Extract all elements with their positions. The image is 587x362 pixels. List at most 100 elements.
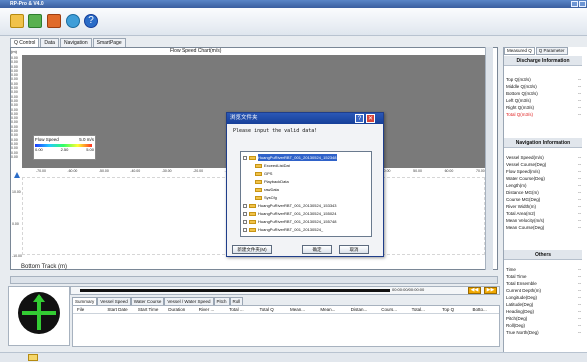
folder-tree-item[interactable]: HuangPuRiverRBT_001_20130524_153343 <box>243 202 337 209</box>
param-value: -- <box>578 316 581 321</box>
folder-icon <box>249 203 256 208</box>
folder-tree-label: HuangPuRiverRBT_001_20130524_155024 <box>258 211 337 216</box>
folder-tree-item[interactable]: GPS <box>255 170 272 177</box>
table-column-header[interactable]: Mean... <box>316 306 346 313</box>
expand-toggle-icon[interactable] <box>243 211 247 216</box>
folder-tree-label: HuangPuRiverRBT_001_20130524_155748 <box>258 219 337 224</box>
param-row: Mean Course(Deg) -- <box>506 224 582 231</box>
table-column-header[interactable]: Cours... <box>377 306 407 313</box>
param-value: -- <box>578 274 581 279</box>
table-column-header[interactable]: Total ... <box>225 306 255 313</box>
param-value: -- <box>578 197 581 202</box>
folder-tree-item[interactable]: HuangPuRiverRBT_001_20130524_ <box>243 226 323 233</box>
folder-tree-item[interactable]: HuangPuRiverRBT_001_20130524_152348 <box>243 154 337 161</box>
x-axis-tick: -70.00 <box>36 169 46 173</box>
new-folder-button[interactable]: 新建文件夹(M) <box>232 245 272 254</box>
table-column-header[interactable]: Total... <box>408 306 438 313</box>
chart-vertical-scrollbar[interactable] <box>485 47 493 270</box>
refresh-icon[interactable] <box>66 14 80 28</box>
folder-tree-item[interactable]: HuangPuRiverRBT_001_20130524_155748 <box>243 218 337 225</box>
ok-button[interactable]: 确定 <box>302 245 332 254</box>
lower-y-tick: 10.00 <box>12 190 21 194</box>
playback-slider[interactable] <box>80 289 390 292</box>
minimize-button[interactable] <box>571 1 578 7</box>
bottom-track-label: Bottom Track (m) <box>21 264 68 270</box>
folder-tree-item[interactable]: HuangPuRiverRBT_001_20130524_155024 <box>243 210 337 217</box>
others-header: Others <box>504 250 582 260</box>
expand-toggle-icon[interactable] <box>243 227 247 232</box>
expand-toggle-icon[interactable] <box>243 203 247 208</box>
param-row: Mean Velocity(m/s) -- <box>506 217 582 224</box>
param-row: Left Q(m3/s) -- <box>506 97 582 104</box>
param-value: -- <box>578 309 581 314</box>
folder-icon <box>249 219 256 224</box>
param-label: Flow Speed(m/s) <box>506 169 541 174</box>
close-window-button[interactable] <box>579 1 586 7</box>
param-row: Pitch(Deg) -- <box>506 315 582 322</box>
expand-toggle-icon[interactable] <box>243 155 247 160</box>
folder-tree[interactable]: HuangPuRiverRBT_001_20130524_152348 Excee… <box>240 151 372 237</box>
table-column-header[interactable]: Top Q <box>438 306 468 313</box>
legend-max: 5.0 m/s <box>79 137 94 142</box>
home-icon[interactable] <box>47 14 61 28</box>
tab-measured-q[interactable]: Measured Q <box>504 47 535 55</box>
x-axis-tick: -40.00 <box>130 169 141 173</box>
expand-toggle-icon[interactable] <box>243 219 247 224</box>
cancel-button[interactable]: 取消 <box>339 245 369 254</box>
legend-scale-max: 5.00 <box>86 147 94 152</box>
table-column-header[interactable]: Start Date <box>103 306 133 313</box>
x-axis-tick: -20.00 <box>193 169 204 173</box>
main-tab-bar: Q Control Data Navigation SmartPage <box>0 38 126 47</box>
table-column-header[interactable]: Botto... <box>468 306 498 313</box>
upload-icon[interactable] <box>28 14 42 28</box>
chart-title: Flow Speed Chart(m/s) <box>170 48 222 54</box>
chart-horizontal-scrollbar[interactable] <box>10 276 498 284</box>
toolbar: ? <box>0 8 587 36</box>
param-value: -- <box>578 323 581 328</box>
param-label: Total Area(m2) <box>506 211 536 216</box>
table-column-header[interactable]: File <box>73 306 103 313</box>
tab-navigation[interactable]: Navigation <box>59 38 92 47</box>
table-column-header[interactable]: River ... <box>195 306 225 313</box>
param-label: Pitch(Deg) <box>506 316 528 321</box>
table-column-header[interactable]: Distan... <box>347 306 377 313</box>
param-row: Length(m) -- <box>506 182 582 189</box>
tab-q-parameter[interactable]: Q Parameter <box>535 47 568 55</box>
tab-smartpage[interactable]: SmartPage <box>92 38 126 47</box>
table-column-header[interactable]: Duration <box>164 306 194 313</box>
table-column-header[interactable]: Start Time <box>134 306 164 313</box>
folder-tree-item[interactable]: rawData <box>255 186 279 193</box>
table-column-header[interactable]: Total Q <box>256 306 286 313</box>
param-row: Total Time -- <box>506 273 582 280</box>
open-folder-icon[interactable] <box>10 14 24 28</box>
folder-icon <box>249 227 256 232</box>
param-row: Time -- <box>506 266 582 273</box>
param-label: Mean Velocity(m/s) <box>506 218 545 223</box>
rewind-button[interactable]: ◀◀ <box>468 287 481 294</box>
forward-button[interactable]: ▶▶ <box>484 287 497 294</box>
dialog-prompt: Please input the valid data! <box>233 128 318 134</box>
param-row: Course MG(Deg) -- <box>506 196 582 203</box>
param-value: -- <box>578 218 581 223</box>
param-row: Middle Q(m3/s) -- <box>506 83 582 90</box>
param-label: Length(m) <box>506 183 527 188</box>
folder-tree-item[interactable]: PlaybackData <box>255 178 289 185</box>
dialog-close-button[interactable]: ✕ <box>366 114 375 123</box>
folder-icon <box>255 187 262 192</box>
param-value: -- <box>578 211 581 216</box>
folder-tree-item[interactable]: ExceedListDat <box>255 162 290 169</box>
param-label: Total Time <box>506 274 527 279</box>
table-column-header[interactable]: Mean... <box>286 306 316 313</box>
param-row: Distance MG(m) -- <box>506 189 582 196</box>
param-label: Current Depth(m) <box>506 288 542 293</box>
tab-data[interactable]: Data <box>40 38 59 47</box>
param-value: -- <box>578 91 581 96</box>
param-row: Top Q(m3/s) -- <box>506 76 582 83</box>
folder-tree-item[interactable]: SysCfg <box>255 194 277 201</box>
param-row: Vessel Speed(m/s) -- <box>506 154 582 161</box>
help-icon[interactable]: ? <box>84 14 98 28</box>
param-row: Flow Speed(m/s) -- <box>506 168 582 175</box>
dialog-help-button[interactable]: ? <box>355 114 364 123</box>
tab-q-control[interactable]: Q Control <box>10 38 40 47</box>
param-value: -- <box>578 84 581 89</box>
